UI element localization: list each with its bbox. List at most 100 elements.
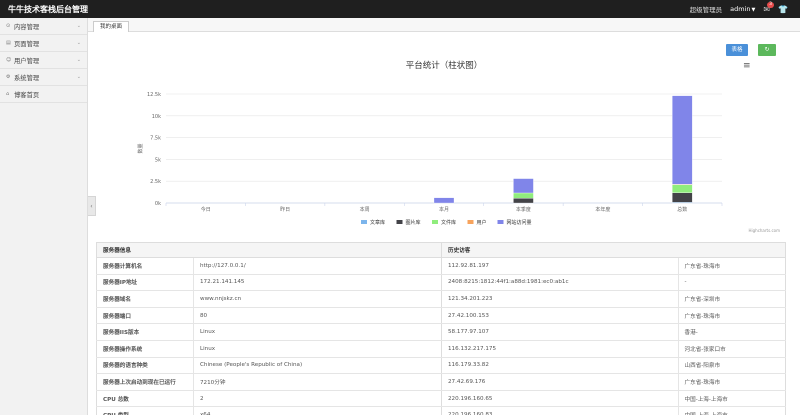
visitor-ip: 116.132.217.175 [442,340,679,358]
sidebar-item-users[interactable]: ☺ 用户管理 ⌄ [0,52,87,69]
y-tick-label: 0k [155,201,161,207]
table-row: 116.132.217.175 河北省-张家口市 [442,340,786,358]
table-row: 2408:8215:1812:44f1:a88d:1981:ec0:ab1c - [442,274,786,292]
history-visitors-header: 历史访客 [442,242,786,258]
sidebar-item-label: 内容管理 [14,23,40,31]
y-tick-label: 2.5k [150,179,161,185]
visitor-ip: 2408:8215:1812:44f1:a88d:1981:ec0:ab1c [442,274,679,292]
mail-badge: 3 [767,1,775,8]
sidebar-item-label: 用户管理 [14,57,40,65]
table-row: CPU 类型x64 [96,406,442,415]
server-info-value: 172.21.141.145 [193,274,442,292]
chart-panel: 平台统计（柱状图） 0k 2.5k 5k 7.5k 10k 12.5k 数量 今日 昨日 本周 本月 本… [96,34,790,238]
theme-icon[interactable]: 👕 [778,5,788,14]
legend-label: 文章库 [370,219,385,226]
bar-chart: 平台统计（柱状图） 0k 2.5k 5k 7.5k 10k 12.5k 数量今日 昨日 本周 本月 本… [137,60,781,233]
sidebar-item-pages[interactable]: ▤ 页面管理 ⌄ [0,35,87,52]
visitor-location: 广东省-珠海市 [678,373,786,391]
y-tick-label: 5k [155,157,161,163]
visitor-ip: 121.34.201.223 [442,290,679,308]
server-info-key: 服务器IIS版本 [96,323,194,341]
table-row: 服务器操作系统 Linux [96,340,442,358]
hamburger-menu-icon[interactable]: ≡ [743,61,751,71]
server-info-value: Linux [193,340,442,358]
bar-网站访问量 [513,178,534,194]
visitor-ip: 220.196.160.65 [442,390,679,408]
visitor-location: 中国-上海-上海市 [678,406,786,415]
visitor-ip: 58.177.97.107 [442,323,679,341]
table-view-button[interactable]: 表格 [726,44,748,56]
y-tick-label: 10k [152,114,161,120]
chart-title: 平台统计（柱状图） [406,60,483,71]
tab-my-desktop[interactable]: 我的桌面 [93,21,130,32]
top-bar: 牛牛技术客栈后台管理 超级管理员 admin▼ ✉ 3 👕 [0,0,800,18]
table-row: 27.42.69.176 广东省-珠海市 [442,373,786,391]
user-icon: ☺ [6,57,12,63]
tab-bar: 我的桌面 [88,18,800,32]
server-info-value: x64 [193,406,442,415]
bar-网站访问量 [433,197,455,204]
sidebar-item-label: 系统管理 [14,74,40,82]
legend-swatch [396,220,403,224]
history-visitors-table: 历史访客 112.92.81.197 广东省-珠海市 2408:8215:1812:… [442,242,786,415]
server-info-value: http://127.0.0.1/ [193,257,442,275]
user-area: 超级管理员 admin▼ ✉ 3 👕 [690,0,788,18]
sidebar-item-blog-home[interactable]: ⌂ 博客首页 [0,86,87,103]
server-info-value: www.nnjskz.cn [193,290,442,308]
chevron-down-icon: ⌄ [76,40,81,46]
user-role: 超级管理员 [689,6,723,14]
server-info-key: CPU 类型 [96,406,194,415]
visitor-ip: 27.42.100.153 [442,307,679,325]
table-row: 58.177.97.107 香港- [442,323,786,341]
x-tick-label: 总数 [677,206,687,213]
visitor-location: 广东省-珠海市 [678,307,786,325]
server-info-key: 服务器端口 [96,307,194,325]
sidebar-item-content[interactable]: ⊙ 内容管理 ⌄ [0,18,87,35]
sidebar-item-label: 博客首页 [14,91,40,99]
x-tick-label: 本年度 [595,206,610,213]
visitor-location: 广东省-珠海市 [678,257,786,275]
legend-swatch [467,220,474,224]
y-axis-label: 数量 [137,143,144,153]
table-row: CPU 总数 2 [96,390,442,408]
server-info-key: 服务器IP地址 [96,274,194,292]
visitor-location: 山西省-阳泉市 [678,357,786,375]
sidebar-item-system[interactable]: ⚙ 系统管理 ⌄ [0,69,87,86]
bar-文件库 [513,192,534,199]
visitor-ip: 220.196.160.83 [442,406,679,415]
legend-swatch [432,220,438,224]
table-row: 服务器IP地址 172.21.141.145 [96,274,442,292]
info-tables: 服务器信息 服务器计算机名 http://127.0.0.1/服务器IP地址 172… [96,242,786,415]
legend-swatch [361,220,367,224]
refresh-icon[interactable]: ↻ [764,46,769,53]
mail-icon[interactable]: ✉ 3 [763,1,775,14]
visitor-location: 中国-上海-上海市 [678,390,786,408]
chevron-down-icon: ⌄ [76,74,81,80]
refresh-button[interactable]: ↻ [758,44,776,56]
chevron-down-icon[interactable]: ▼ [751,7,755,13]
table-row: 121.34.201.223 广东省-深圳市 [442,290,786,308]
bar-图片库 [672,192,693,203]
table-row: 服务器上次启动到现在已运行 7210分钟 [96,373,442,391]
bar-文件库 [672,184,693,193]
user-menu[interactable]: admin▼ [730,5,755,13]
table-row: 116.179.33.82 山西省-阳泉市 [442,357,786,375]
server-info-key: 服务器上次启动到现在已运行 [96,373,194,391]
legend-label: 文件库 [441,219,456,226]
table-row: 220.196.160.83中国-上海-上海市 [442,406,786,415]
username[interactable]: admin [730,5,750,13]
sidebar-collapse-button[interactable]: ‹ [88,196,96,216]
x-tick-label: 本季度 [516,206,531,213]
server-info-key: 服务器的语言种类 [96,357,194,375]
legend-label: 网站访问量 [507,219,532,226]
table-row: 220.196.160.65 中国-上海-上海市 [442,390,786,408]
chart-credits: Highcharts.com [749,228,781,233]
file-icon: ▤ [6,40,11,46]
table-row: 服务器端口 80 [96,307,442,325]
app-title: 牛牛技术客栈后台管理 [8,5,88,14]
server-info-key: 服务器域名 [96,290,194,308]
legend-swatch [497,220,504,224]
server-info-header: 服务器信息 [96,242,442,258]
legend-label: 图片库 [406,219,421,226]
visitor-location: 广东省-深圳市 [678,290,786,308]
